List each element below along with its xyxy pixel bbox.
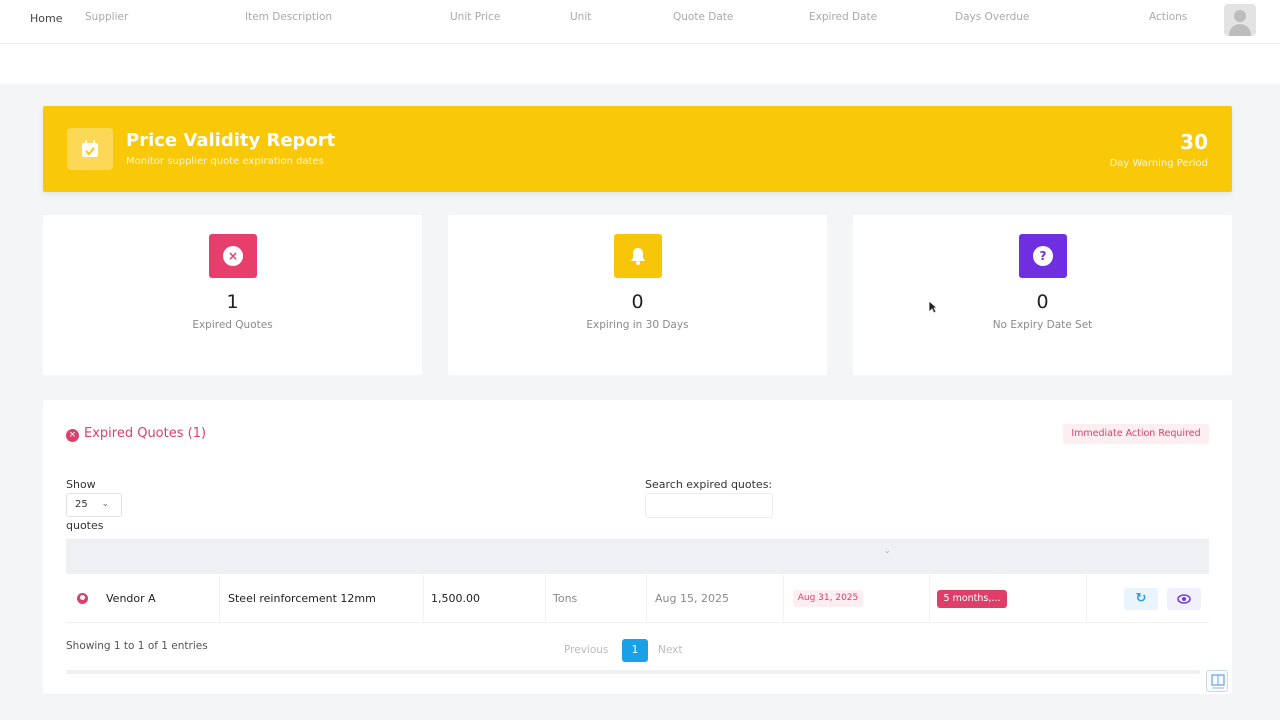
stat-label-expiring: Expiring in 30 Days bbox=[586, 319, 689, 331]
column-divider bbox=[646, 575, 647, 623]
cell-supplier: Vendor A bbox=[106, 592, 156, 605]
column-divider bbox=[929, 575, 930, 623]
cell-expired-date-badge: Aug 31, 2025 bbox=[793, 590, 863, 607]
sub-header-bar bbox=[0, 44, 1280, 84]
chevron-down-icon: ⌄ bbox=[101, 499, 109, 509]
stat-card-expired: × 1 Expired Quotes bbox=[43, 215, 422, 375]
page-subtitle: Monitor supplier quote expiration dates bbox=[126, 156, 324, 167]
eye-icon[interactable] bbox=[1167, 588, 1201, 610]
show-label: Show bbox=[66, 478, 96, 491]
entries-info: Showing 1 to 1 of 1 entries bbox=[66, 640, 208, 652]
column-divider bbox=[219, 575, 220, 623]
column-expired-date[interactable]: Expired Date bbox=[809, 11, 877, 23]
cell-days-overdue-badge: 5 months,... bbox=[937, 590, 1007, 608]
column-divider bbox=[423, 575, 424, 623]
stat-value-no-expiry: 0 bbox=[1036, 291, 1049, 313]
user-avatar[interactable] bbox=[1224, 4, 1256, 36]
warning-period-label: Day Warning Period bbox=[1109, 158, 1208, 169]
immediate-action-badge: Immediate Action Required bbox=[1063, 424, 1209, 444]
cell-item-description: Steel reinforcement 12mm bbox=[228, 592, 376, 605]
warning-period-value: 30 bbox=[1180, 130, 1208, 154]
supplier-user-icon bbox=[77, 593, 88, 604]
page-size-value: 25 bbox=[75, 499, 88, 510]
column-item-description[interactable]: Item Description bbox=[245, 11, 332, 23]
pagination-previous[interactable]: Previous bbox=[564, 644, 608, 656]
stat-label-no-expiry: No Expiry Date Set bbox=[992, 319, 1093, 331]
search-label: Search expired quotes: bbox=[645, 478, 773, 491]
question-icon: ? bbox=[1019, 234, 1067, 278]
page-size-select[interactable]: 25 ⌄ bbox=[66, 493, 122, 517]
column-supplier[interactable]: Supplier bbox=[85, 11, 128, 23]
calendar-check-icon bbox=[67, 128, 113, 170]
horizontal-scrollbar[interactable] bbox=[66, 670, 1200, 674]
report-banner: Price Validity Report Monitor supplier q… bbox=[43, 106, 1232, 192]
close-circle-icon: × bbox=[66, 429, 79, 442]
expired-panel-title-text: Expired Quotes (1) bbox=[84, 426, 207, 441]
column-days-overdue[interactable]: Days Overdue bbox=[955, 11, 1029, 23]
column-unit[interactable]: Unit bbox=[570, 11, 591, 23]
entries-suffix-label: quotes bbox=[66, 519, 104, 532]
column-divider bbox=[545, 575, 546, 623]
top-bar: Home bbox=[0, 0, 1280, 44]
refresh-icon[interactable]: ↻ bbox=[1124, 588, 1158, 610]
app-logo-icon bbox=[1206, 670, 1228, 692]
mouse-cursor-icon bbox=[928, 300, 938, 314]
column-unit-price[interactable]: Unit Price bbox=[450, 11, 500, 23]
column-divider bbox=[1086, 575, 1087, 623]
cell-unit: Tons bbox=[553, 592, 578, 605]
stat-card-expiring: 0 Expiring in 30 Days bbox=[448, 215, 827, 375]
page-title: Price Validity Report bbox=[126, 130, 336, 151]
expired-panel-title: × Expired Quotes (1) bbox=[66, 426, 206, 442]
stat-value-expired: 1 bbox=[226, 291, 239, 313]
stat-value-expiring: 0 bbox=[631, 291, 644, 313]
stat-label-expired: Expired Quotes bbox=[192, 319, 273, 331]
column-divider bbox=[783, 575, 784, 623]
search-input[interactable] bbox=[645, 493, 773, 518]
avatar-head-shape bbox=[1234, 10, 1246, 22]
sort-desc-icon: ⌄ bbox=[884, 546, 891, 555]
table-header bbox=[66, 539, 1209, 574]
breadcrumb-home[interactable]: Home bbox=[30, 12, 62, 25]
bell-icon bbox=[614, 234, 662, 278]
cell-quote-date: Aug 15, 2025 bbox=[655, 592, 729, 605]
column-quote-date[interactable]: Quote Date bbox=[673, 11, 733, 23]
stat-card-no-expiry: ? 0 No Expiry Date Set bbox=[853, 215, 1232, 375]
pagination-next[interactable]: Next bbox=[658, 644, 682, 656]
cell-unit-price: 1,500.00 bbox=[431, 592, 480, 605]
column-actions: Actions bbox=[1149, 11, 1188, 23]
pagination-page-1[interactable]: 1 bbox=[622, 639, 648, 662]
avatar-body-shape bbox=[1229, 24, 1251, 36]
close-circle-icon: × bbox=[209, 234, 257, 278]
